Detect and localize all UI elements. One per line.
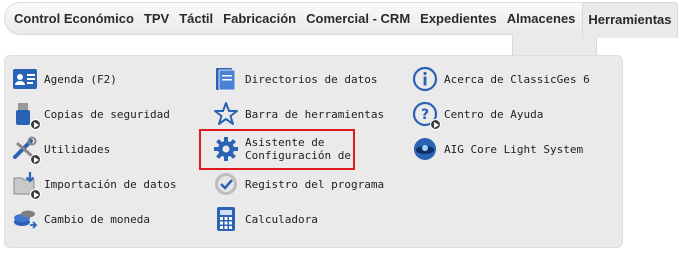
- cambio-moneda-label: Cambio de moneda: [44, 212, 150, 226]
- menu-entry-copias-de-seguridad[interactable]: Copias de seguridad: [12, 101, 170, 130]
- calculadora-label: Calculadora: [245, 212, 318, 226]
- registro-label: Registro del programa: [245, 177, 385, 191]
- copias-label: Copias de seguridad: [44, 107, 170, 121]
- menu-expedientes[interactable]: Expedientes: [417, 2, 500, 35]
- menu-tpv[interactable]: TPV: [141, 2, 172, 35]
- currency-change-icon: [14, 210, 38, 229]
- menu-entry-acerca-de[interactable]: Acerca de ClassicGes 6: [412, 66, 590, 92]
- agenda-contact-card-icon: [13, 69, 37, 89]
- importacion-label: Importación de datos: [44, 177, 177, 191]
- centro-ayuda-label: Centro de Ayuda: [444, 107, 544, 121]
- import-folder-icon: [12, 171, 41, 200]
- agenda-label: Agenda (F2): [44, 72, 117, 86]
- menu-entry-registro-del-programa[interactable]: Registro del programa: [213, 171, 384, 197]
- main-menu-bar: Control Económico TPV Táctil Fabricación…: [4, 2, 678, 38]
- menu-entry-agenda[interactable]: Agenda (F2): [12, 66, 117, 92]
- menu-entry-centro-de-ayuda[interactable]: ? Centro de Ayuda: [412, 101, 544, 130]
- menu-control-economico[interactable]: Control Económico: [11, 2, 137, 35]
- help-icon: ?: [412, 101, 441, 130]
- data-directory-icon: [216, 68, 236, 91]
- aig-core-icon: [414, 138, 436, 160]
- registration-check-icon: [215, 173, 237, 195]
- aig-core-label: AIG Core Light System: [444, 142, 584, 156]
- menu-entry-utilidades[interactable]: Utilidades: [12, 136, 111, 165]
- usb-backup-icon: [12, 101, 41, 130]
- menu-entry-barra-de-herramientas[interactable]: Barra de herramientas: [213, 101, 384, 127]
- calculator-icon: [217, 207, 235, 231]
- menu-herramientas[interactable]: Herramientas: [582, 2, 678, 38]
- menu-entry-directorios-de-datos[interactable]: Directorios de datos: [213, 66, 377, 92]
- menu-entry-cambio-de-moneda[interactable]: Cambio de moneda: [12, 206, 150, 232]
- menu-comercial-crm[interactable]: Comercial - CRM: [303, 2, 413, 35]
- info-icon: [412, 66, 438, 92]
- acerca-label: Acerca de ClassicGes 6: [444, 72, 590, 86]
- tools-icon: [12, 136, 41, 165]
- svg-text:?: ?: [421, 107, 429, 123]
- directorios-label: Directorios de datos: [245, 72, 378, 86]
- utilidades-label: Utilidades: [44, 142, 111, 156]
- menu-entry-aig-core-light-system[interactable]: AIG Core Light System: [412, 136, 583, 162]
- menu-tactil[interactable]: Táctil: [176, 2, 216, 35]
- menu-entry-calculadora[interactable]: Calculadora: [213, 206, 318, 232]
- selection-highlight-box: [199, 129, 355, 170]
- menu-almacenes[interactable]: Almacenes: [504, 2, 579, 35]
- barra-herramientas-label: Barra de herramientas: [245, 107, 385, 121]
- menu-entry-importacion-de-datos[interactable]: Importación de datos: [12, 171, 177, 200]
- menu-fabricacion[interactable]: Fabricación: [220, 2, 299, 35]
- star-icon: [214, 102, 238, 125]
